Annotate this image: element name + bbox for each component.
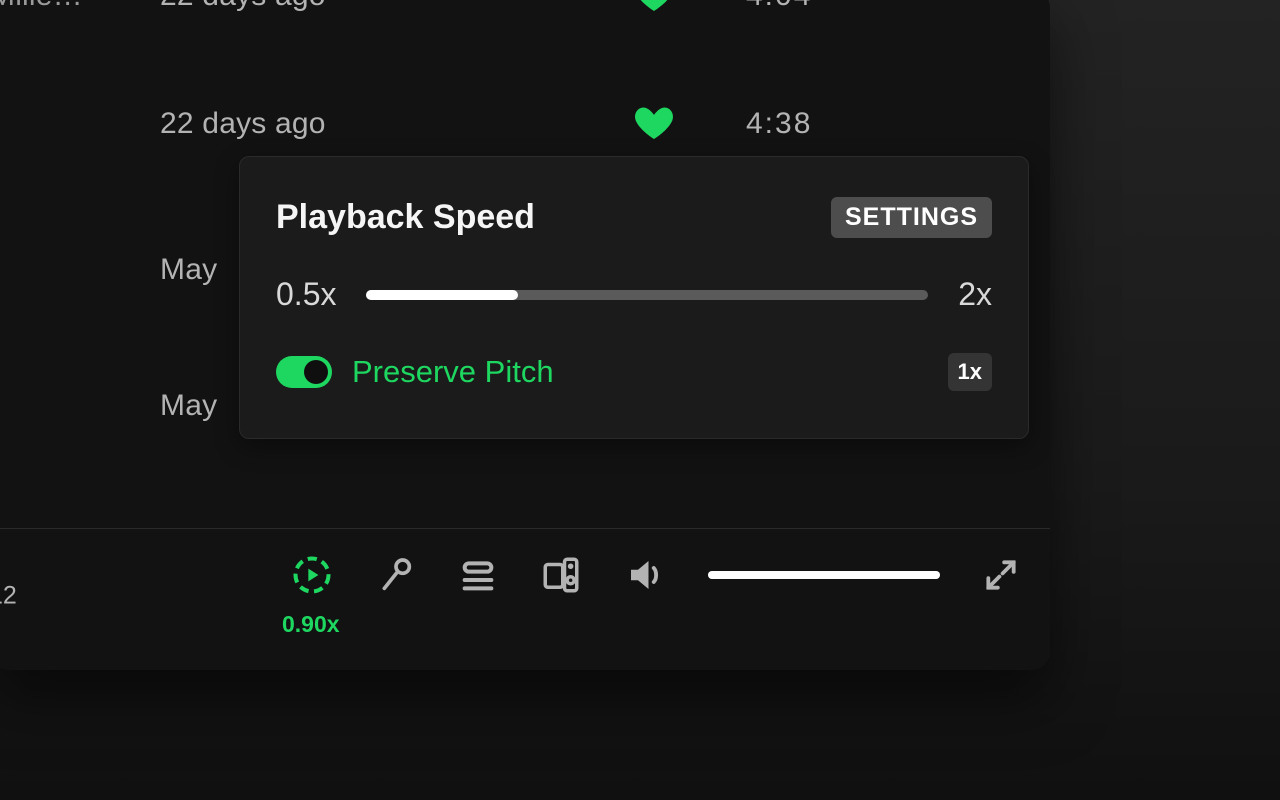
toggle-knob: [304, 360, 328, 384]
track-duration: 4:38: [746, 107, 812, 141]
popover-title: Playback Speed: [276, 198, 535, 237]
fullscreen-button[interactable]: [982, 556, 1020, 594]
track-added: 22 days ago: [160, 0, 326, 13]
track-row[interactable]: 22 days ago 4:38: [0, 88, 1040, 160]
like-button[interactable]: [626, 0, 682, 16]
queue-icon: [458, 555, 498, 595]
queue-button[interactable]: [458, 555, 498, 595]
connect-device-icon: [540, 554, 582, 596]
track-added: 22 days ago: [160, 107, 326, 141]
lyrics-button[interactable]: [376, 555, 416, 595]
preserve-pitch-toggle[interactable]: [276, 356, 332, 388]
mute-button[interactable]: [624, 554, 666, 596]
track-row[interactable]: Mille… 22 days ago 4:04: [0, 0, 1040, 32]
track-title: Mille…: [0, 0, 150, 13]
reset-speed-button[interactable]: 1x: [948, 353, 992, 391]
track-duration: 4:04: [746, 0, 812, 13]
volume-slider-fill: [708, 571, 940, 579]
speed-slider[interactable]: [366, 290, 928, 300]
elapsed-time: :12: [0, 582, 17, 611]
speed-min-label: 0.5x: [276, 276, 336, 313]
playback-speed-popover: Playback Speed SETTINGS 0.5x 2x Preserve…: [239, 156, 1029, 439]
playback-speed-icon: [290, 553, 334, 597]
settings-button[interactable]: SETTINGS: [831, 197, 992, 238]
microphone-icon: [376, 555, 416, 595]
fullscreen-icon: [982, 556, 1020, 594]
current-speed-label: 0.90x: [282, 611, 340, 638]
like-button[interactable]: [626, 104, 682, 144]
playback-speed-button[interactable]: [290, 553, 334, 597]
bottom-control-bar: :12: [0, 528, 1050, 658]
heart-icon: [634, 104, 674, 144]
speaker-icon: [624, 554, 666, 596]
speed-slider-fill: [366, 290, 518, 300]
connect-device-button[interactable]: [540, 554, 582, 596]
app-panel: Mille… 22 days ago 4:04 22 days ago 4:38…: [0, 0, 1050, 670]
preserve-pitch-label: Preserve Pitch: [352, 354, 554, 390]
heart-icon: [634, 0, 674, 16]
volume-slider[interactable]: [708, 571, 940, 579]
track-added: May: [160, 253, 217, 287]
speed-max-label: 2x: [958, 276, 992, 313]
track-added: May: [160, 389, 217, 423]
